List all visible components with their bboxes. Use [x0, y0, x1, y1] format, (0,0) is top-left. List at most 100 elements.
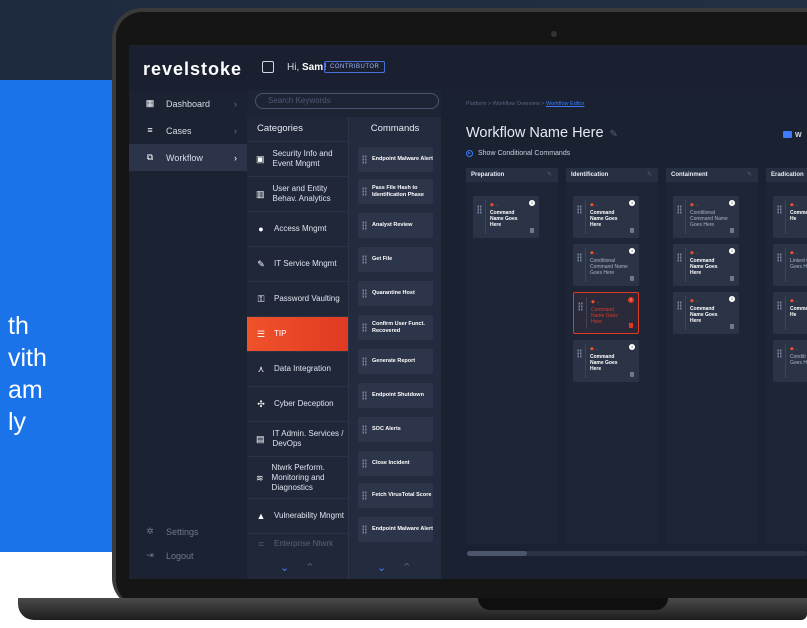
sidebar-item-settings[interactable]: ✲ Settings	[129, 518, 247, 545]
info-icon[interactable]: i	[629, 344, 635, 350]
drag-handle-icon[interactable]	[677, 253, 682, 262]
category-item[interactable]: ≋ Ntwrk Perform. Monitoring and Diagnosti…	[247, 456, 348, 498]
edit-icon[interactable]: ✎	[547, 168, 552, 182]
info-icon[interactable]: i	[729, 200, 735, 206]
workflow-card[interactable]: ◆→ Comma Goes He	[773, 196, 807, 238]
drag-handle-icon[interactable]	[577, 349, 582, 358]
edit-icon[interactable]: ✎	[747, 168, 752, 182]
command-item[interactable]: Pass File Hash to Identification Phase	[358, 179, 433, 204]
trash-icon[interactable]	[630, 276, 634, 281]
trash-icon[interactable]	[730, 228, 734, 233]
command-item[interactable]: Get File	[358, 247, 433, 272]
workflow-card-conditional[interactable]: ◆→ Linked Comma Goes He	[773, 244, 807, 286]
trash-icon[interactable]	[630, 372, 634, 377]
trash-icon[interactable]	[730, 276, 734, 281]
scrollbar-thumb[interactable]	[467, 551, 527, 556]
category-item[interactable]: ✣ Cyber Deception	[247, 386, 348, 421]
sidebar-item-workflow[interactable]: ⧉ Workflow ›	[129, 144, 247, 171]
error-icon[interactable]: !	[628, 297, 634, 303]
workflow-card-error[interactable]: ◆→! Command Name Goes Here	[573, 292, 639, 334]
command-item[interactable]: Confirm User Funct. Recovered	[358, 315, 433, 340]
info-icon[interactable]: i	[729, 296, 735, 302]
command-item[interactable]: Endpoint Malware Alert	[358, 517, 433, 542]
info-icon[interactable]: i	[729, 248, 735, 254]
drag-handle-icon[interactable]	[677, 205, 682, 214]
command-item[interactable]: Generate Report	[358, 349, 433, 374]
chevron-up-icon[interactable]: ⌃	[305, 561, 314, 574]
drag-handle-icon[interactable]	[362, 491, 367, 500]
info-icon[interactable]: i	[629, 248, 635, 254]
drag-handle-icon[interactable]	[777, 349, 782, 358]
command-item[interactable]: Endpoint Shutdown	[358, 383, 433, 408]
info-icon[interactable]: i	[629, 200, 635, 206]
category-item[interactable]: ▤ IT Admin. Services / DevOps	[247, 421, 348, 456]
drag-handle-icon[interactable]	[362, 459, 367, 468]
command-item[interactable]: Analyst Review	[358, 213, 433, 238]
breadcrumb-item[interactable]: Platform	[466, 101, 486, 107]
drag-handle-icon[interactable]	[777, 205, 782, 214]
category-item[interactable]: ● Access Mngmt	[247, 211, 348, 246]
show-conditional-toggle[interactable]: Show Conditional Commands	[466, 150, 570, 157]
drag-handle-icon[interactable]	[677, 301, 682, 310]
info-icon[interactable]: i	[529, 200, 535, 206]
category-item[interactable]: ▲ Vulnerability Mngmt	[247, 498, 348, 533]
breadcrumb-item[interactable]: Workflow Overview	[493, 101, 540, 107]
trash-icon[interactable]	[730, 324, 734, 329]
trash-icon[interactable]	[629, 323, 633, 328]
trash-icon[interactable]	[530, 228, 534, 233]
edit-icon[interactable]: ✎	[610, 129, 618, 140]
command-item[interactable]: Close Incident	[358, 451, 433, 476]
horizontal-scrollbar[interactable]	[467, 551, 807, 556]
workflow-card[interactable]: ◆→ i Command Name Goes Here	[473, 196, 539, 238]
drag-handle-icon[interactable]	[362, 525, 367, 534]
chevron-down-icon[interactable]: ⌄	[377, 561, 386, 574]
drag-handle-icon[interactable]	[477, 205, 482, 214]
edit-icon[interactable]: ✎	[647, 168, 652, 182]
drag-handle-icon[interactable]	[362, 155, 367, 164]
workflow-card[interactable]: ◆→ i Command Name Goes Here	[573, 196, 639, 238]
category-item[interactable]: ✎ IT Service Mngmt	[247, 246, 348, 281]
drag-handle-icon[interactable]	[577, 253, 582, 262]
workflow-card[interactable]: ◆→ i Command Name Goes Here	[573, 340, 639, 382]
search-input[interactable]: Search Keywords	[255, 93, 439, 109]
drag-handle-icon[interactable]	[362, 289, 367, 298]
breadcrumb-link[interactable]: Workflow Editor	[546, 101, 584, 107]
workflow-card-conditional[interactable]: ◆→ i Conditional Command Name Goes Here	[673, 196, 739, 238]
workflow-action-button[interactable]: W	[783, 131, 802, 139]
workflow-card[interactable]: ◆→ i Command Name Goes Here	[673, 244, 739, 286]
drag-handle-icon[interactable]	[362, 391, 367, 400]
workflow-card-conditional[interactable]: ◆→ Conditi Comma Goes He	[773, 340, 807, 382]
command-item[interactable]: Quarantine Host	[358, 281, 433, 306]
drag-handle-icon[interactable]	[578, 302, 583, 311]
category-item[interactable]: ▥ User and Entity Behav. Analytics	[247, 176, 348, 211]
drag-handle-icon[interactable]	[362, 425, 367, 434]
trash-icon[interactable]	[630, 228, 634, 233]
radio-icon[interactable]	[466, 150, 473, 157]
drag-handle-icon[interactable]	[777, 253, 782, 262]
chevron-up-icon[interactable]: ⌃	[402, 561, 411, 574]
workflow-card-conditional[interactable]: ◆→ i Conditional Command Name Goes Here	[573, 244, 639, 286]
network-icon: ⋏	[257, 364, 265, 374]
command-item[interactable]: Fetch VirusTotal Score	[358, 483, 433, 508]
category-item[interactable]: ⋏ Data Integration	[247, 351, 348, 386]
sidebar-item-cases[interactable]: ≡ Cases ›	[129, 117, 247, 144]
category-item[interactable]: ▣ Security Info and Event Mngmt	[247, 141, 348, 176]
exit-icon[interactable]	[262, 61, 274, 73]
category-item-active[interactable]: ☰ TIP	[247, 316, 348, 351]
drag-handle-icon[interactable]	[577, 205, 582, 214]
drag-handle-icon[interactable]	[777, 301, 782, 310]
command-item[interactable]: Endpoint Malware Alert	[358, 147, 433, 172]
drag-handle-icon[interactable]	[362, 187, 367, 196]
category-item[interactable]: ⚿ Password Vaulting	[247, 281, 348, 316]
drag-handle-icon[interactable]	[362, 221, 367, 230]
drag-handle-icon[interactable]	[362, 323, 367, 332]
workflow-card[interactable]: ◆→ i Command Name Goes Here	[673, 292, 739, 334]
command-item[interactable]: SOC Alerts	[358, 417, 433, 442]
drag-handle-icon[interactable]	[362, 357, 367, 366]
sidebar-item-logout[interactable]: ⇥ Logout	[129, 542, 247, 569]
workflow-card[interactable]: ◆→ Comma Goes He	[773, 292, 807, 334]
chevron-down-icon[interactable]: ⌄	[280, 561, 289, 574]
sidebar-item-dashboard[interactable]: ▦ Dashboard ›	[129, 90, 247, 117]
drag-handle-icon[interactable]	[362, 255, 367, 264]
category-item[interactable]: ⌗ Enterprise Ntwrk	[247, 533, 348, 553]
